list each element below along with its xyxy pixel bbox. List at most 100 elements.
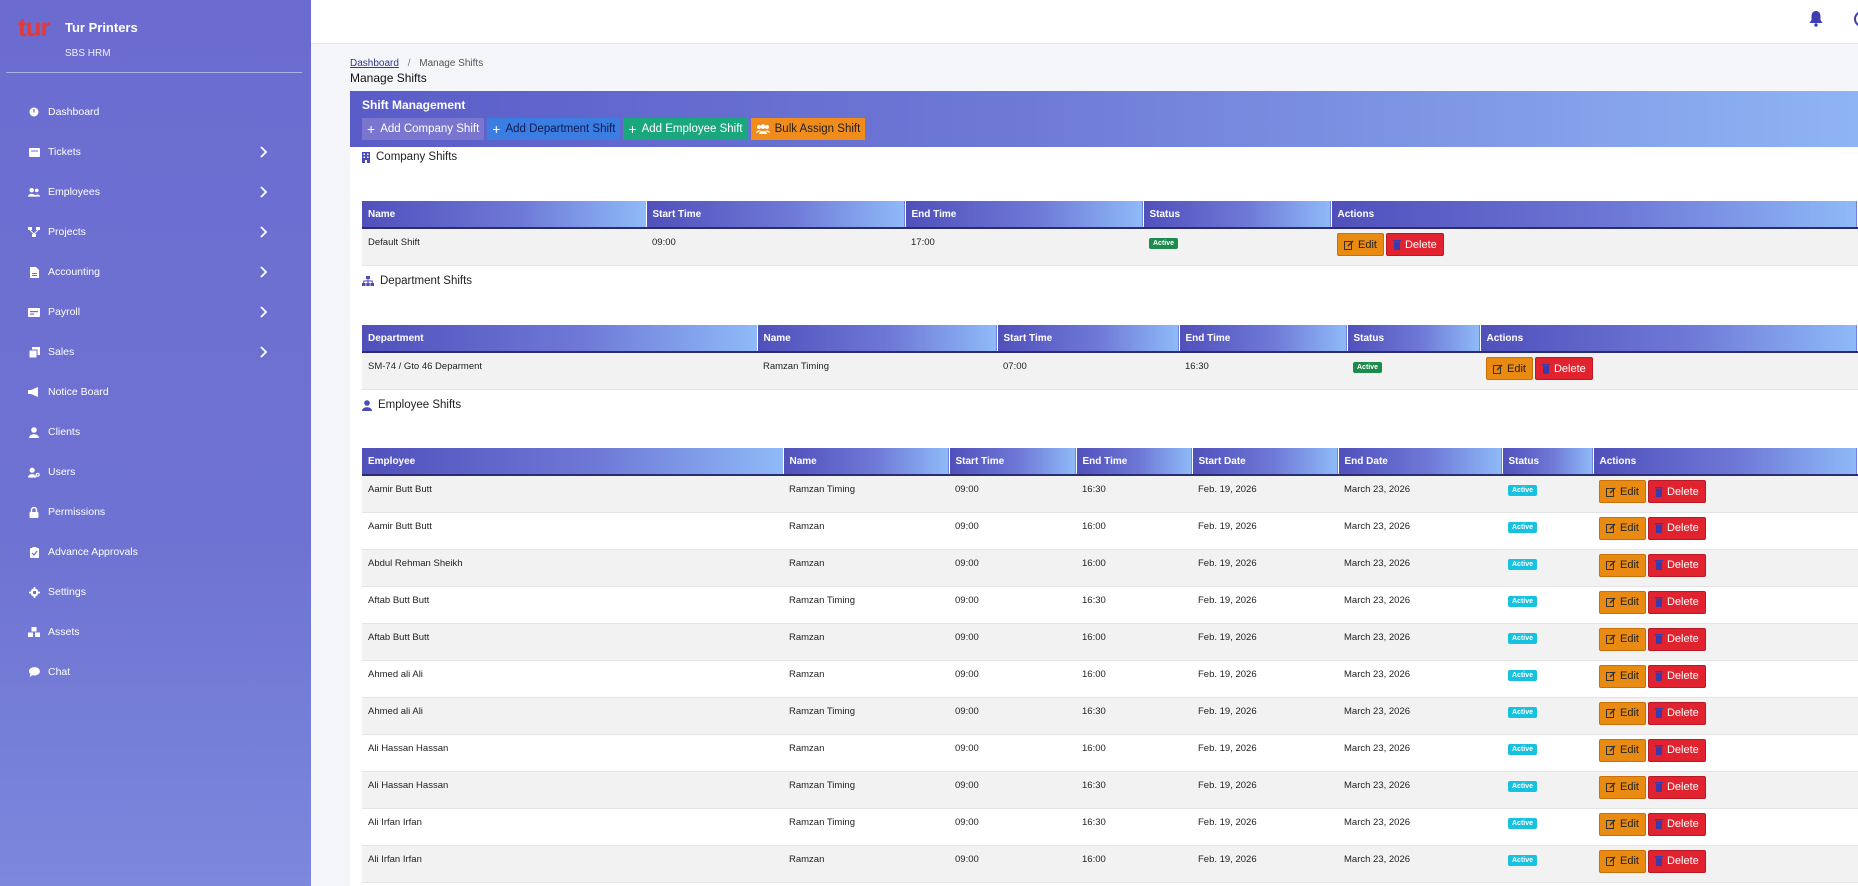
user-icon — [362, 399, 372, 411]
sidebar-item-tickets[interactable]: Tickets — [0, 132, 311, 172]
edit-button[interactable]: Edit — [1337, 233, 1384, 256]
cell-end-date: March 23, 2026 — [1338, 586, 1502, 624]
trash-icon — [1654, 486, 1663, 497]
status-badge: Active — [1353, 362, 1383, 373]
edit-button[interactable]: Edit — [1599, 590, 1646, 614]
sidebar-item-sales[interactable]: Sales — [0, 332, 311, 372]
delete-button[interactable]: Delete — [1385, 233, 1444, 256]
edit-button[interactable]: Edit — [1599, 664, 1646, 688]
button-label: Edit — [1620, 485, 1639, 498]
edit-button[interactable]: Edit — [1599, 849, 1646, 873]
brand-logo[interactable]: tur — [18, 14, 62, 40]
table-row: Ali Irfan Irfan Ramzan 09:00 16:00 Feb. 19, … — [362, 845, 1858, 883]
sidebar-item-accounting[interactable]: Accounting — [0, 252, 311, 292]
breadcrumb-separator: / — [407, 58, 411, 69]
sidebar-item-notice-board[interactable]: Notice Board — [0, 372, 311, 412]
cell-employee: Ali Irfan Irfan — [362, 845, 783, 883]
cell-end-time: 16:00 — [1076, 623, 1192, 661]
column-header: Start Date — [1192, 448, 1339, 476]
lock-icon — [28, 506, 40, 518]
table-row: Ali Hassan Hassan Ramzan 09:00 16:00 Feb. 19… — [362, 734, 1858, 772]
department-shifts-heading: Department Shifts — [362, 275, 472, 287]
edit-button[interactable]: Edit — [1599, 627, 1646, 651]
delete-button[interactable]: Delete — [1647, 849, 1706, 873]
edit-button[interactable]: Edit — [1599, 553, 1646, 577]
user-menu-edge[interactable] — [1851, 7, 1858, 31]
edit-button[interactable]: Edit — [1599, 701, 1646, 725]
plus-icon: + — [492, 121, 501, 137]
cell-employee: Aftab Butt Butt — [362, 623, 783, 661]
delete-button[interactable]: Delete — [1647, 775, 1706, 799]
trash-icon — [1654, 634, 1663, 644]
cell-actions: Edit Delete — [1593, 586, 1858, 624]
cell-actions: Edit Delete — [1593, 697, 1858, 735]
cell-start-date: Feb. 19, 2026 — [1192, 771, 1338, 809]
trash-icon — [1654, 856, 1663, 866]
edit-button[interactable]: Edit — [1599, 480, 1646, 503]
table-row: Aamir Butt Butt Ramzan Timing 09:00 16:30 Fe… — [362, 475, 1858, 513]
sidebar-item-projects[interactable]: Projects — [0, 212, 311, 252]
sidebar-item-settings[interactable]: Settings — [0, 572, 311, 612]
cell-start-time: 09:00 — [949, 475, 1076, 513]
header-button-row: + Add Company Shift + Add Department Shift… — [362, 118, 866, 140]
sidebar-item-dashboard[interactable]: Dashboard — [0, 92, 311, 132]
sidebar-item-permissions[interactable]: Permissions — [0, 492, 311, 532]
add-company-shift-button[interactable]: + Add Company Shift — [362, 118, 485, 140]
delete-button[interactable]: Delete — [1647, 553, 1706, 577]
user-gear-icon — [28, 466, 40, 478]
delete-button[interactable]: Delete — [1647, 590, 1706, 614]
delete-button[interactable]: Delete — [1647, 480, 1706, 503]
cell-end-date: March 23, 2026 — [1338, 549, 1502, 587]
delete-button[interactable]: Delete — [1534, 357, 1593, 380]
sidebar-item-payroll[interactable]: Payroll — [0, 292, 311, 332]
delete-button[interactable]: Delete — [1647, 812, 1706, 836]
add-employee-shift-button[interactable]: + Add Employee Shift — [623, 118, 748, 140]
sidebar-item-employees[interactable]: Employees — [0, 172, 311, 212]
edit-button[interactable]: Edit — [1599, 516, 1646, 540]
cell-end-time: 16:00 — [1076, 549, 1192, 587]
edit-button[interactable]: Edit — [1486, 357, 1533, 380]
edit-icon — [1606, 856, 1616, 866]
sidebar-item-assets[interactable]: Assets — [0, 612, 311, 652]
cell-name: Ramzan — [783, 734, 949, 772]
sidebar-item-label: Projects — [48, 226, 86, 238]
trash-icon — [1654, 560, 1663, 570]
cell-status: Active — [1502, 808, 1593, 846]
sidebar-item-label: Sales — [48, 346, 75, 358]
cell-status: Active — [1502, 660, 1593, 698]
button-label: Add Company Shift — [380, 123, 480, 135]
edit-icon — [1606, 708, 1616, 718]
delete-button[interactable]: Delete — [1647, 701, 1706, 725]
company-shifts-heading: Company Shifts — [362, 151, 457, 163]
edit-button[interactable]: Edit — [1599, 738, 1646, 762]
bell-icon[interactable] — [1809, 10, 1823, 30]
sidebar-item-users[interactable]: Users — [0, 452, 311, 492]
sidebar-item-label: Assets — [48, 626, 80, 638]
bulk-assign-shift-button[interactable]: Bulk Assign Shift — [750, 118, 866, 140]
cell-name: Default Shift — [362, 228, 646, 266]
breadcrumb-home-link[interactable]: Dashboard — [350, 58, 399, 69]
edit-button[interactable]: Edit — [1599, 775, 1646, 799]
cell-end-time: 16:30 — [1179, 352, 1347, 390]
status-badge: Active — [1508, 521, 1538, 533]
sidebar-item-label: Settings — [48, 586, 86, 598]
cell-end-time: 16:00 — [1076, 660, 1192, 698]
button-label: Edit — [1620, 670, 1639, 682]
delete-button[interactable]: Delete — [1647, 627, 1706, 651]
sidebar-item-advance-approvals[interactable]: Advance Approvals — [0, 532, 311, 572]
edit-button[interactable]: Edit — [1599, 812, 1646, 836]
cell-start-date: Feb. 19, 2026 — [1192, 660, 1338, 698]
sidebar-item-clients[interactable]: Clients — [0, 412, 311, 452]
sidebar-item-chat[interactable]: Chat — [0, 652, 311, 692]
status-badge: Active — [1508, 743, 1538, 755]
edit-icon — [1606, 819, 1616, 829]
cell-end-time: 16:30 — [1076, 697, 1192, 735]
delete-button[interactable]: Delete — [1647, 664, 1706, 688]
delete-button[interactable]: Delete — [1647, 516, 1706, 540]
add-department-shift-button[interactable]: + Add Department Shift — [487, 118, 621, 140]
cell-employee: Abdul Rehman Sheikh — [362, 549, 783, 587]
cell-actions: Edit Delete — [1593, 808, 1858, 846]
delete-button[interactable]: Delete — [1647, 738, 1706, 762]
cell-name: Ramzan Timing — [783, 771, 949, 809]
status-badge: Active — [1508, 854, 1538, 866]
